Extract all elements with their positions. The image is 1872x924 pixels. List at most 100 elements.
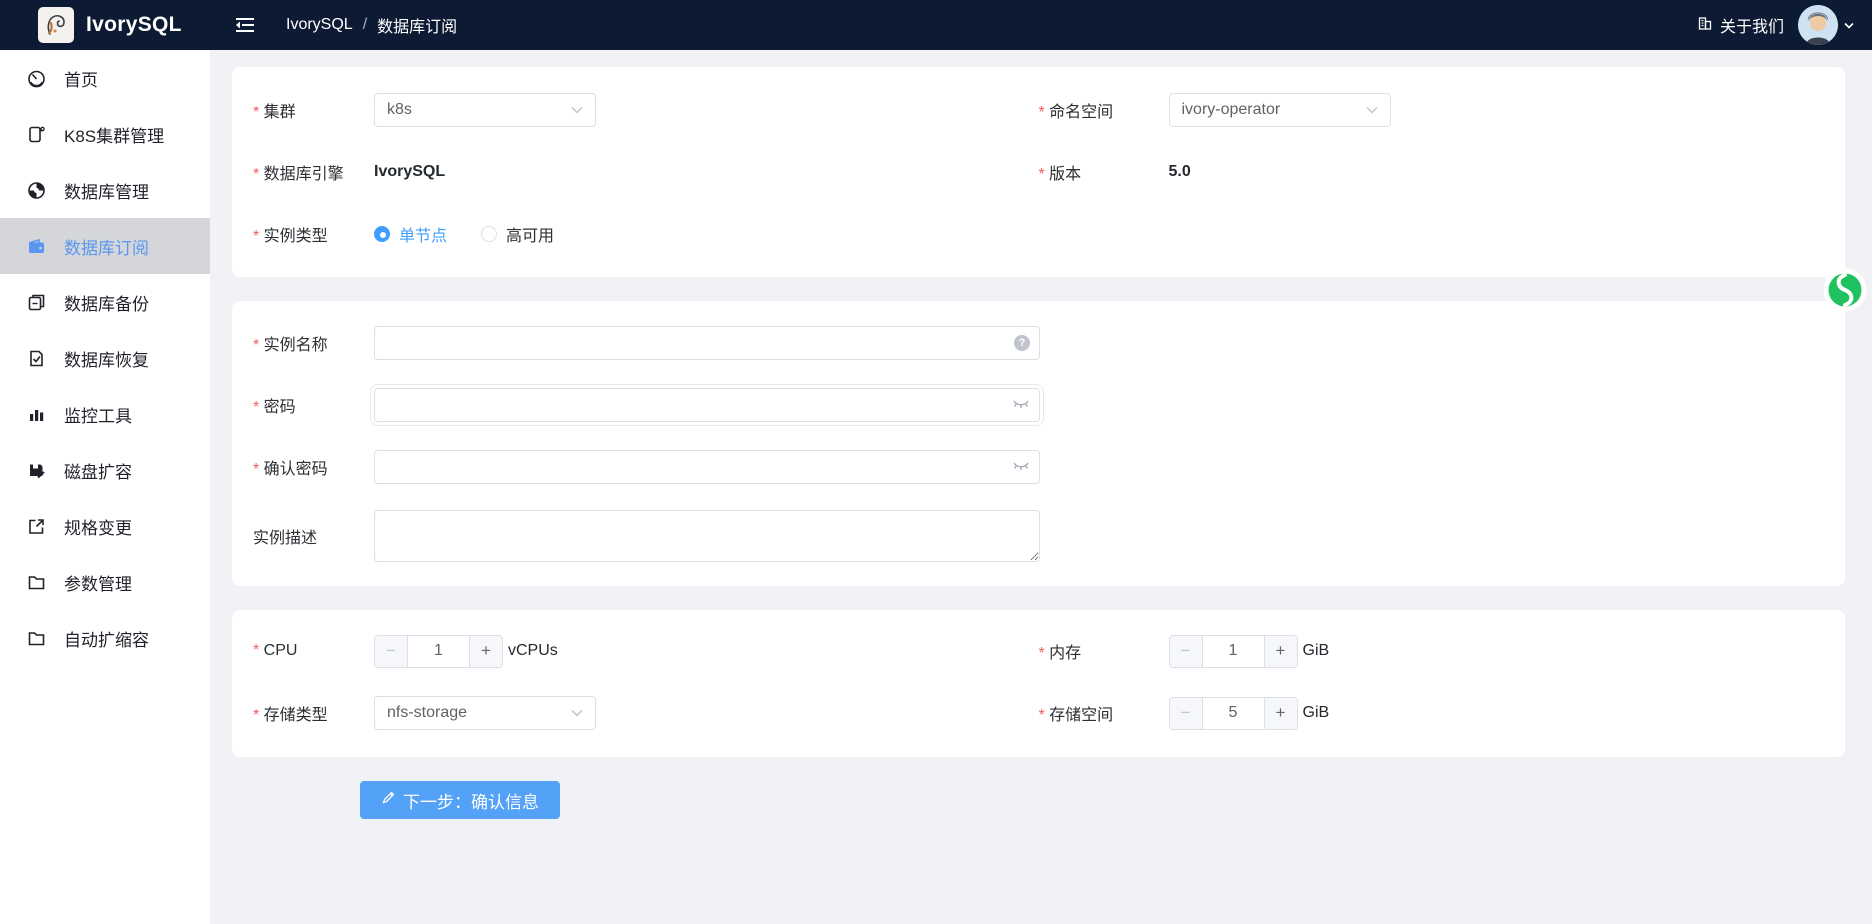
password-input[interactable]	[374, 388, 1040, 422]
namespace-label: 命名空间	[1039, 98, 1169, 122]
sidebar-item-label: 数据库备份	[64, 290, 149, 315]
storage-size-unit: GiB	[1303, 704, 1330, 722]
pencil-icon	[381, 790, 396, 810]
external-link-icon	[26, 516, 46, 536]
cpu-stepper: − +	[374, 635, 503, 668]
confirm-password-label: 确认密码	[253, 455, 374, 479]
folder-icon	[26, 572, 46, 592]
sidebar-item-database-subscription[interactable]: 数据库订阅	[0, 218, 210, 274]
bar-chart-icon	[26, 404, 46, 424]
eye-closed-icon[interactable]	[1012, 461, 1030, 473]
sidebar-item-label: 数据库订阅	[64, 234, 149, 259]
about-us-label: 关于我们	[1720, 13, 1784, 37]
instance-name-label: 实例名称	[253, 331, 374, 355]
namespace-select[interactable]: ivory-operator	[1169, 93, 1391, 127]
cluster-select[interactable]: k8s	[374, 93, 596, 127]
about-us-link[interactable]: 关于我们	[1697, 13, 1784, 37]
radio-dot-icon	[374, 226, 390, 242]
chevron-down-icon	[571, 704, 583, 722]
chat-widget-icon[interactable]	[1823, 268, 1867, 312]
ivorysql-logo-icon	[38, 7, 74, 43]
app-title: IvorySQL	[86, 13, 182, 37]
chevron-down-icon	[571, 101, 583, 119]
storage-size-stepper: − +	[1169, 697, 1298, 730]
breadcrumb: IvorySQL / 数据库订阅	[286, 13, 457, 37]
namespace-select-value: ivory-operator	[1182, 101, 1281, 119]
description-label: 实例描述	[253, 524, 374, 548]
sidebar-item-disk-expansion[interactable]: 磁盘扩容	[0, 442, 210, 498]
description-textarea[interactable]	[374, 510, 1040, 562]
sidebar-item-label: K8S集群管理	[64, 122, 164, 147]
copy-icon	[26, 292, 46, 312]
plus-button[interactable]: +	[469, 636, 502, 667]
sidebar-item-parameter-management[interactable]: 参数管理	[0, 554, 210, 610]
sidebar-item-home[interactable]: 首页	[0, 50, 210, 106]
disk-edit-icon	[26, 460, 46, 480]
sidebar-item-label: 首页	[64, 66, 98, 91]
storage-class-select[interactable]: nfs-storage	[374, 696, 596, 730]
version-value: 5.0	[1169, 163, 1191, 181]
building-icon	[1697, 15, 1713, 36]
cpu-unit: vCPUs	[508, 642, 558, 660]
main-content: 集群 k8s 命名空间 ivory-operator 数据库引擎 IvorySQ…	[210, 50, 1872, 924]
radio-single-node[interactable]: 单节点	[374, 222, 447, 246]
instance-type-label: 实例类型	[253, 222, 374, 246]
sidebar-item-database-management[interactable]: 数据库管理	[0, 162, 210, 218]
next-step-button-label: 下一步：确认信息	[403, 788, 539, 813]
instance-info-card: 实例名称 ? 密码 确认密码 实例	[232, 301, 1845, 586]
doc-check-icon	[26, 348, 46, 368]
user-menu[interactable]	[1798, 5, 1854, 45]
sidebar-item-label: 参数管理	[64, 570, 132, 595]
next-step-button[interactable]: 下一步：确认信息	[360, 781, 560, 819]
radio-label: 单节点	[399, 222, 447, 246]
breadcrumb-root[interactable]: IvorySQL	[286, 16, 353, 34]
cpu-label: CPU	[253, 642, 374, 660]
instance-name-input[interactable]	[374, 326, 1040, 360]
cluster-select-value: k8s	[387, 101, 412, 119]
topbar-right: 关于我们	[1697, 5, 1872, 45]
sidebar-item-k8s-clusters[interactable]: K8S集群管理	[0, 106, 210, 162]
radio-dot-icon	[481, 226, 497, 242]
resources-card: CPU − + vCPUs 内存 − + GiB 存储类型	[232, 610, 1845, 757]
memory-label: 内存	[1039, 639, 1169, 663]
sidebar-item-label: 磁盘扩容	[64, 458, 132, 483]
memory-stepper: − +	[1169, 635, 1298, 668]
eye-closed-icon[interactable]	[1012, 399, 1030, 411]
minus-button[interactable]: −	[1170, 636, 1203, 667]
engine-value: IvorySQL	[374, 163, 445, 181]
radio-high-availability[interactable]: 高可用	[481, 222, 554, 246]
sidebar-item-spec-change[interactable]: 规格变更	[0, 498, 210, 554]
instance-type-radio-group: 单节点 高可用	[374, 222, 554, 246]
cluster-label: 集群	[253, 98, 374, 122]
topbar: IvorySQL IvorySQL / 数据库订阅 关于我们	[0, 0, 1872, 50]
version-label: 版本	[1039, 160, 1169, 184]
minus-button[interactable]: −	[1170, 698, 1203, 729]
storage-size-input[interactable]	[1203, 698, 1264, 729]
storage-class-select-value: nfs-storage	[387, 704, 467, 722]
plus-button[interactable]: +	[1264, 636, 1297, 667]
breadcrumb-separator: /	[363, 16, 367, 34]
folder-icon	[26, 628, 46, 648]
cluster-info-card: 集群 k8s 命名空间 ivory-operator 数据库引擎 IvorySQ…	[232, 67, 1845, 277]
sidebar-item-label: 数据库恢复	[64, 346, 149, 371]
breadcrumb-current: 数据库订阅	[377, 13, 457, 37]
sidebar-collapse-icon[interactable]	[234, 16, 256, 34]
sidebar-item-autoscaling[interactable]: 自动扩缩容	[0, 610, 210, 666]
sidebar-item-database-restore[interactable]: 数据库恢复	[0, 330, 210, 386]
dashboard-icon	[26, 68, 46, 88]
sidebar-item-label: 数据库管理	[64, 178, 149, 203]
memory-input[interactable]	[1203, 636, 1264, 667]
cpu-input[interactable]	[408, 636, 469, 667]
password-label: 密码	[253, 393, 374, 417]
storage-class-label: 存储类型	[253, 701, 374, 725]
chevron-down-icon	[1844, 16, 1854, 34]
sidebar-item-database-backup[interactable]: 数据库备份	[0, 274, 210, 330]
avatar[interactable]	[1798, 5, 1838, 45]
confirm-password-input[interactable]	[374, 450, 1040, 484]
cluster-file-icon	[26, 124, 46, 144]
sidebar-item-monitoring-tools[interactable]: 监控工具	[0, 386, 210, 442]
help-badge-icon: ?	[1014, 335, 1030, 351]
radio-label: 高可用	[506, 222, 554, 246]
plus-button[interactable]: +	[1264, 698, 1297, 729]
minus-button[interactable]: −	[375, 636, 408, 667]
